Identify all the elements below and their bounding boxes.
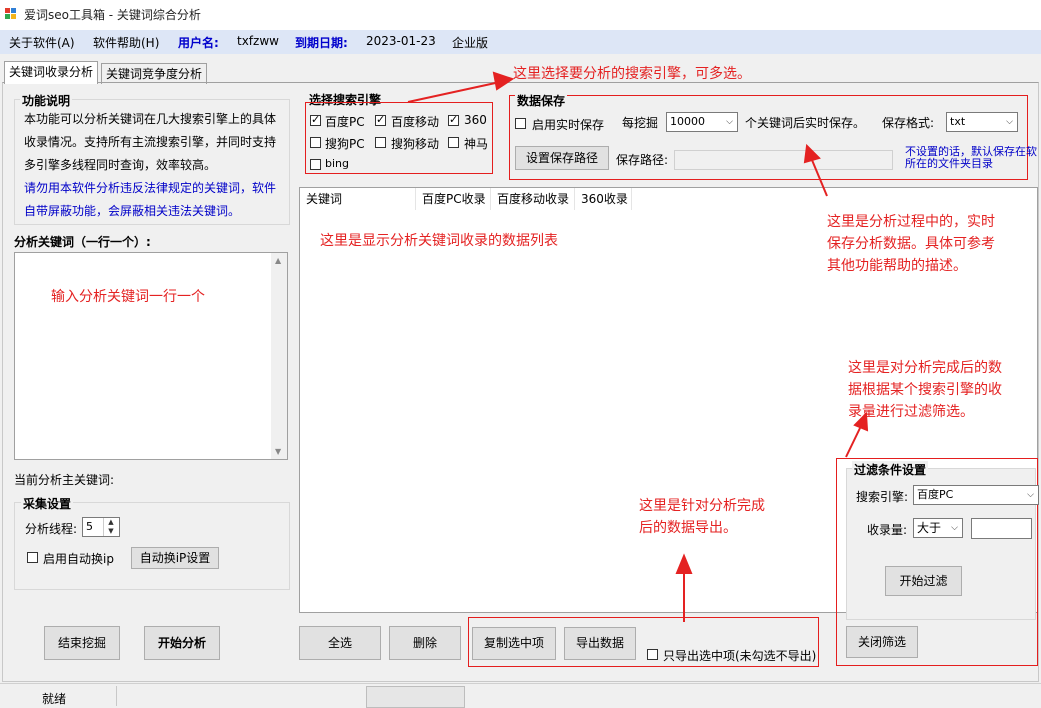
arrow-to-save: [811, 159, 828, 197]
progress-bar: [366, 686, 465, 708]
arrow-head-engines: [492, 71, 515, 91]
status-bar: 就绪: [0, 683, 1041, 708]
annotation-arrows: [407, 71, 869, 622]
arrow-to-engines: [407, 81, 501, 103]
arrow-head-export: [675, 553, 693, 574]
arrow-head-save: [803, 143, 821, 164]
status-ready: 就绪: [42, 692, 67, 706]
arrow-to-filter: [845, 425, 862, 458]
tab-keyword-index[interactable]: 关键词收录分析: [4, 61, 99, 84]
status-divider: [116, 686, 117, 706]
arrow-head-filter: [853, 411, 869, 432]
